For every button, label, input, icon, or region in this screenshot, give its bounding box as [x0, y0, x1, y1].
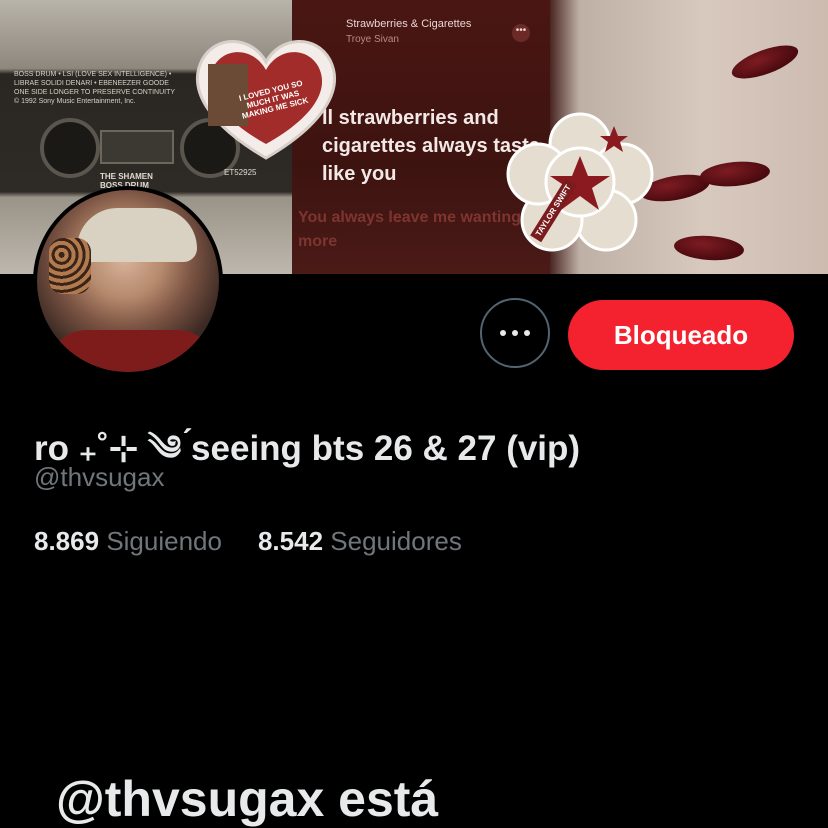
- dot-icon: [500, 330, 506, 336]
- followers-label: Seguidores: [330, 526, 462, 556]
- nail: [699, 158, 771, 190]
- more-options-button[interactable]: [480, 298, 550, 368]
- flower-sticker: [506, 112, 654, 252]
- followers-link[interactable]: 8.542 Seguidores: [258, 526, 462, 556]
- followers-count: 8.542: [257, 526, 324, 556]
- profile-stats: 8.869 Siguiendo 8.542 Seguidores: [34, 526, 462, 557]
- following-link[interactable]: 8.869 Siguiendo: [34, 526, 222, 556]
- avatar-hat: [77, 208, 197, 262]
- cassette-label: BOSS DRUM • LSI (LOVE SEX INTELLIGENCE) …: [14, 70, 194, 106]
- song-artist: Troye Sivan: [346, 34, 399, 45]
- cassette-label-line: LIBRAE SOLIDI DENARI • EBENEEZER GOODE: [14, 80, 169, 87]
- cassette-label-line: BOSS DRUM • LSI (LOVE SEX INTELLIGENCE) …: [14, 71, 172, 78]
- avatar-shirt: [47, 330, 217, 372]
- avatar[interactable]: [33, 186, 223, 376]
- following-label: Siguiendo: [106, 526, 222, 556]
- cassette-code: ET52925: [224, 168, 257, 177]
- nail: [728, 38, 802, 86]
- dot-icon: [512, 330, 518, 336]
- cassette-window: [100, 130, 174, 164]
- cassette-label-line: ONE SIDE LONGER TO PRESERVE CONTINUITY: [14, 89, 176, 96]
- lyric-next: You always leave me wanting more: [298, 209, 521, 250]
- cassette-label-line: © 1992 Sony Music Entertainment, Inc.: [14, 98, 136, 105]
- dot-icon: [524, 330, 530, 336]
- cassette-reel: [40, 118, 100, 178]
- blocked-button[interactable]: Bloqueado: [568, 300, 794, 370]
- nail: [673, 233, 745, 263]
- following-count: 8.869: [34, 526, 100, 556]
- display-name: ro ₊˚⊹ ༄ ́seeing bts 26 & 27 (vip): [34, 429, 581, 468]
- avatar-glove: [49, 238, 91, 294]
- song-title: Strawberries & Cigarettes: [346, 18, 472, 30]
- blocked-notice-title: @thvsugax está: [56, 771, 439, 827]
- song-more-icon: •••: [512, 24, 530, 42]
- username-handle: @thvsugax: [34, 462, 165, 492]
